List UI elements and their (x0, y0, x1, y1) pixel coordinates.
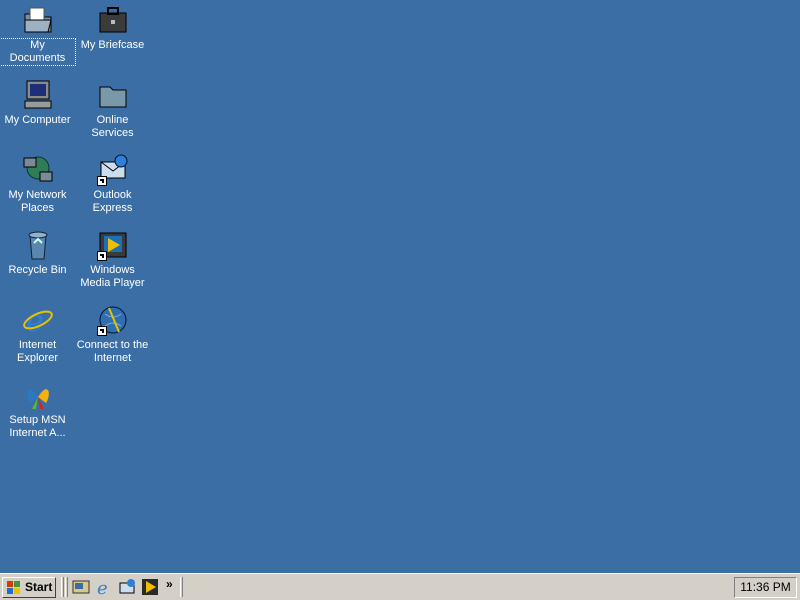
outlook-express-icon (118, 579, 136, 599)
computer-icon (22, 79, 54, 111)
desktop-icon-my-network-places[interactable]: My Network Places (0, 154, 75, 215)
desktop-icon-online-services[interactable]: Online Services (75, 79, 150, 140)
desktop-icon-my-briefcase[interactable]: My Briefcase (75, 4, 150, 52)
system-tray-clock[interactable]: 11:36 PM (734, 577, 797, 598)
internet-explorer-icon: e (95, 578, 113, 599)
outlook-express-icon (96, 154, 129, 186)
quick-launch-internet-explorer[interactable]: e (95, 578, 113, 599)
desktop-icon-label: Recycle Bin (8, 264, 67, 276)
quick-launch-chevron[interactable]: » (166, 577, 173, 591)
start-button[interactable]: Start (2, 577, 56, 598)
quick-launch-show-desktop[interactable] (72, 578, 90, 596)
internet-explorer-icon: e (22, 304, 54, 339)
desktop-icon-connect-to-internet[interactable]: Connect to the Internet (75, 304, 150, 365)
media-player-icon (141, 579, 159, 599)
svg-text:e: e (97, 578, 108, 596)
desktop-icon-label: My Documents (0, 38, 76, 66)
desktop-icon-outlook-express[interactable]: Outlook Express (75, 154, 150, 215)
shortcut-arrow-icon (96, 251, 107, 261)
windows-flag-icon (7, 581, 21, 594)
desktop-icon-label: Online Services (91, 114, 134, 139)
connect-internet-icon (96, 304, 129, 336)
folder-documents-icon (22, 4, 54, 36)
desktop-icon-label: Internet Explorer (17, 339, 58, 364)
network-icon (22, 154, 54, 186)
desktop-icon-my-documents[interactable]: My Documents (0, 4, 76, 66)
toolbar-grip[interactable] (61, 577, 64, 597)
msn-butterfly-icon (22, 379, 54, 411)
desktop-icon-label: Connect to the Internet (76, 339, 149, 364)
desktop-icon-internet-explorer[interactable]: e Internet Explorer (0, 304, 75, 365)
show-desktop-icon (72, 580, 90, 599)
shortcut-arrow-icon (96, 176, 107, 186)
desktop-icon-label: Outlook Express (92, 189, 133, 214)
toolbar-grip[interactable] (65, 577, 68, 597)
recycle-bin-icon (22, 229, 54, 261)
briefcase-icon (97, 4, 129, 36)
taskbar: Start e » 11:36 PM (0, 573, 800, 600)
desktop-icon-label: My Computer (4, 114, 71, 126)
desktop[interactable]: My Documents My Computer My Network Plac… (0, 0, 800, 573)
start-label: Start (25, 580, 53, 594)
shortcut-arrow-icon (96, 326, 107, 336)
desktop-icon-windows-media-player[interactable]: Windows Media Player (75, 229, 150, 290)
desktop-icon-my-computer[interactable]: My Computer (0, 79, 75, 127)
desktop-icon-setup-msn[interactable]: Setup MSN Internet A... (0, 379, 75, 440)
desktop-icon-label: Setup MSN Internet A... (9, 414, 66, 439)
media-player-icon (96, 229, 129, 261)
quick-launch-outlook-express[interactable] (118, 578, 136, 596)
folder-icon (97, 79, 129, 111)
desktop-icon-recycle-bin[interactable]: Recycle Bin (0, 229, 75, 277)
toolbar-grip[interactable] (180, 577, 183, 597)
quick-launch-media-player[interactable] (141, 578, 159, 596)
desktop-icon-label: My Briefcase (80, 39, 145, 51)
clock-text: 11:36 PM (740, 580, 791, 594)
desktop-icon-label: Windows Media Player (80, 264, 145, 289)
desktop-icon-label: My Network Places (8, 189, 67, 214)
